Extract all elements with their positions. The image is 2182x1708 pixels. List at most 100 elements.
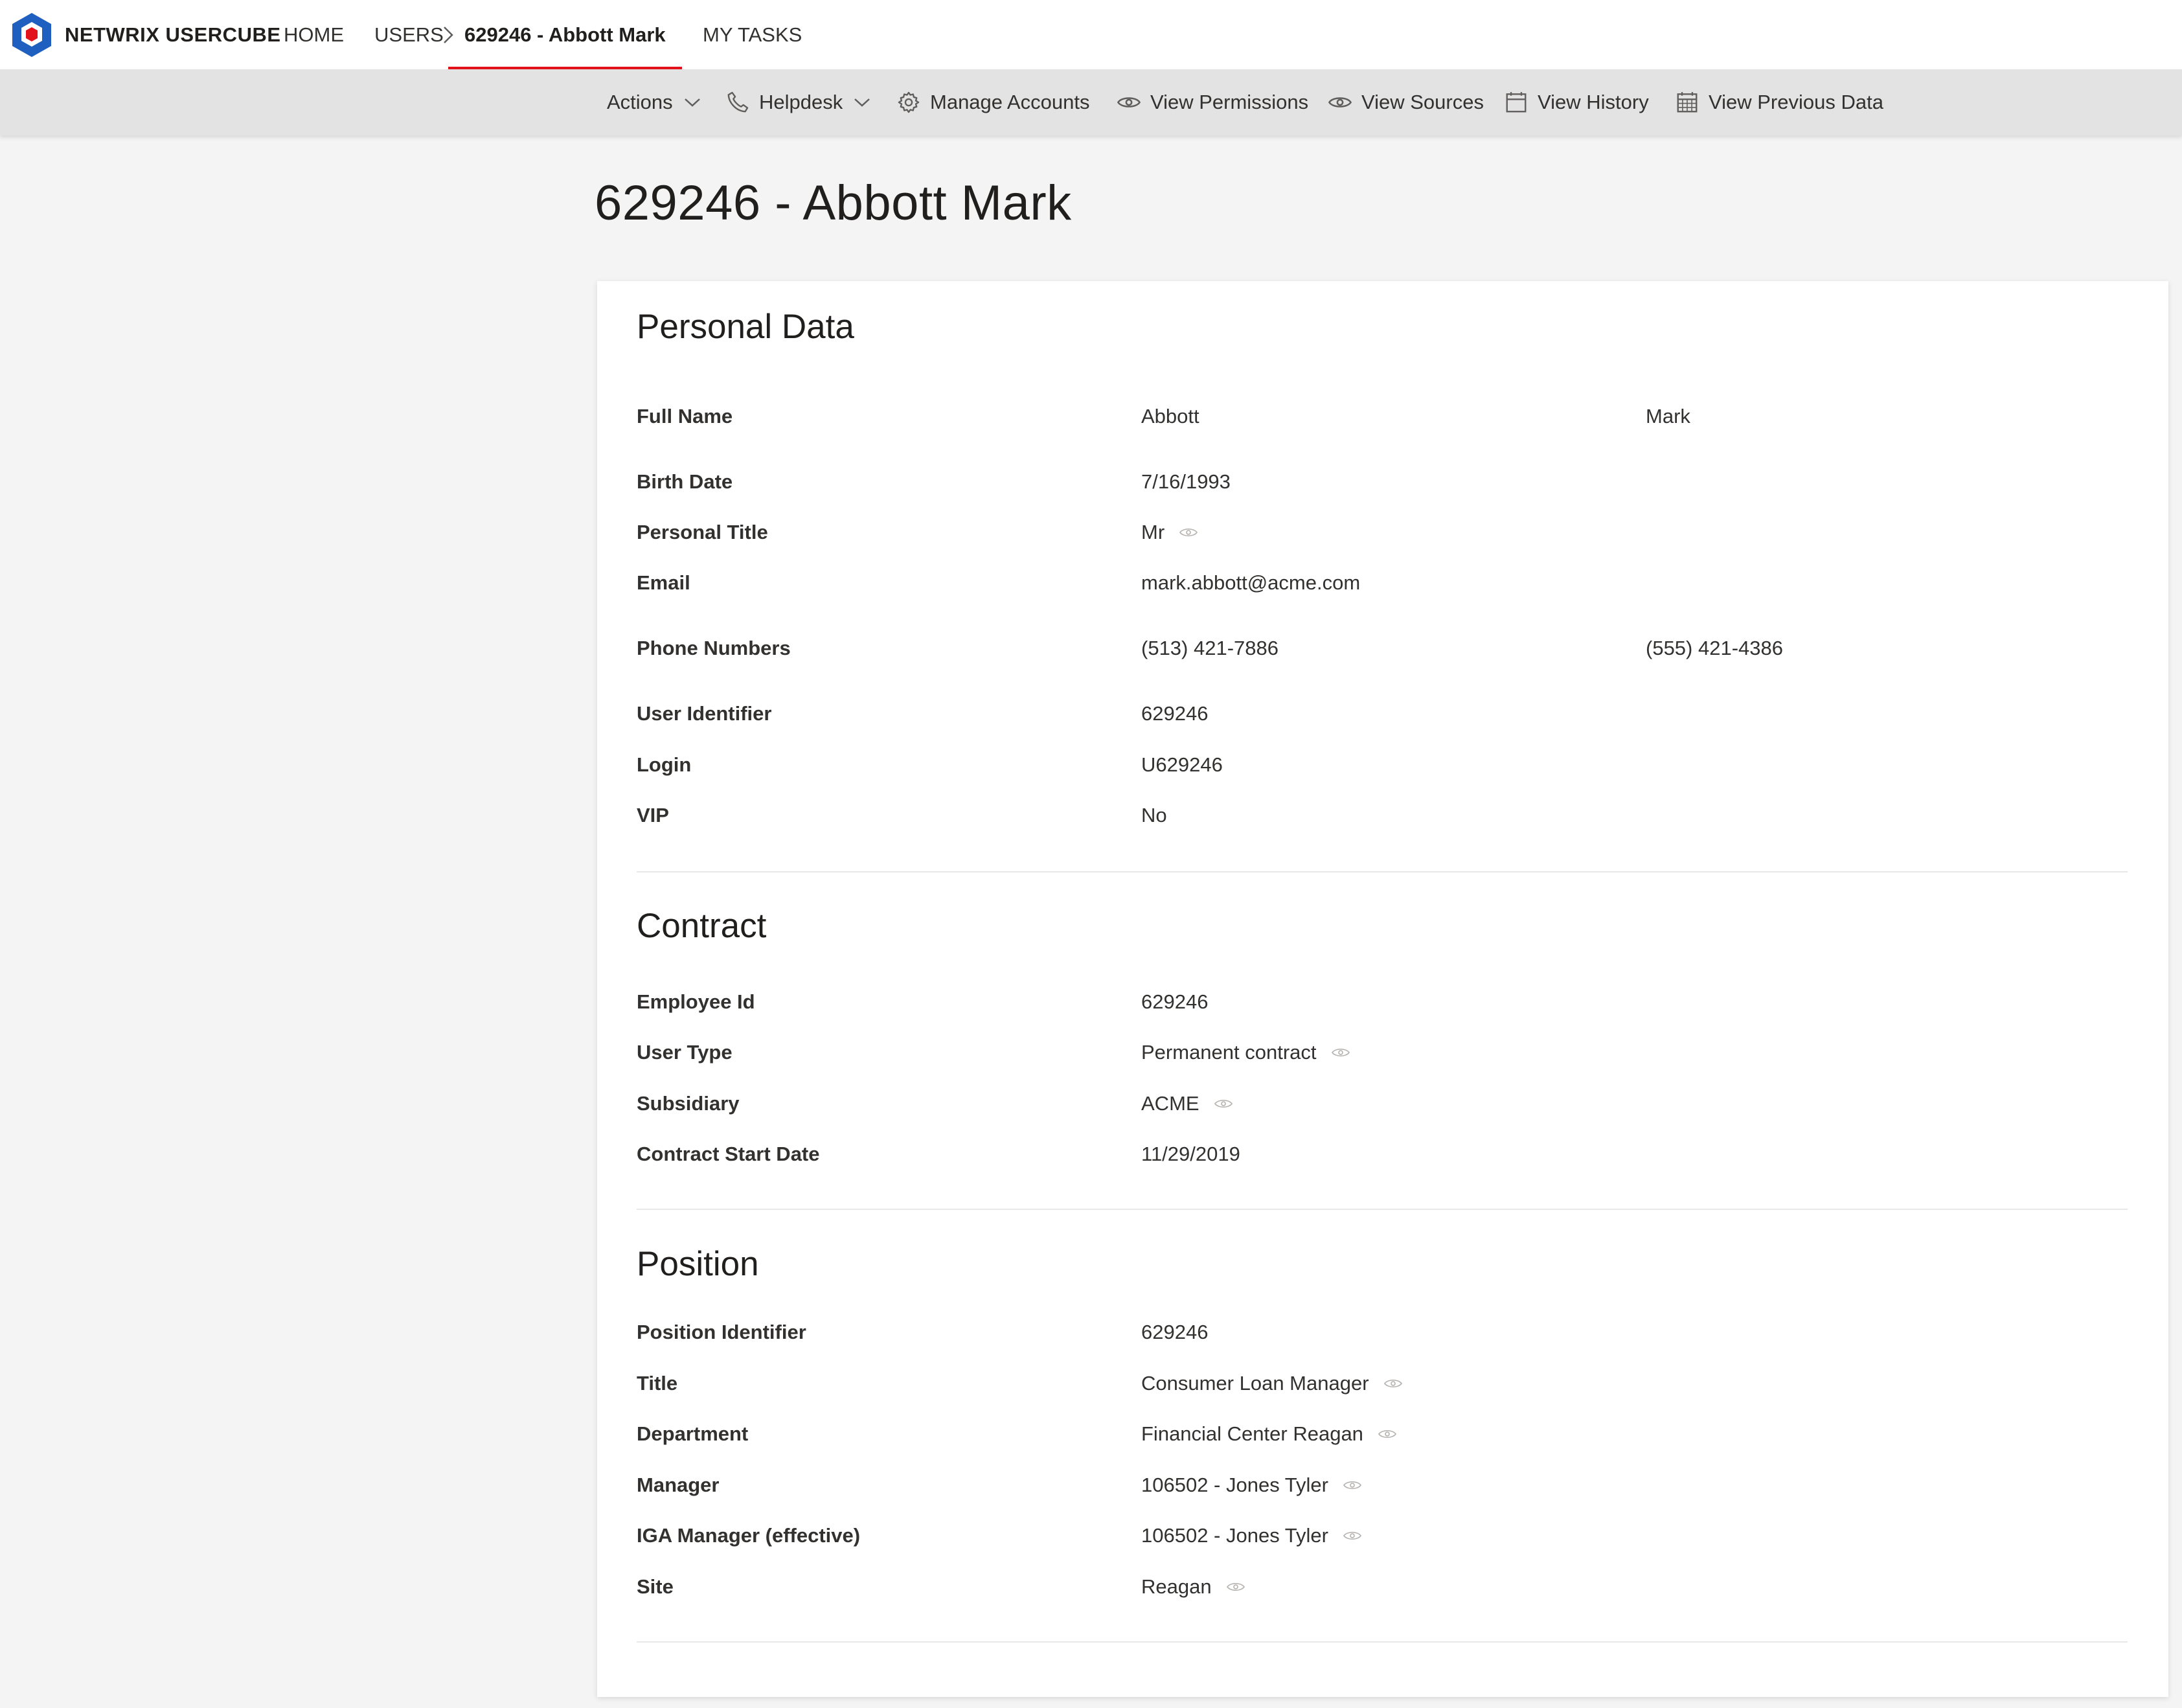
manager-cell: 106502 - Jones Tyler xyxy=(1141,1466,1362,1505)
title-row: Title Consumer Loan Manager xyxy=(597,1364,2168,1403)
manager-value: 106502 - Jones Tyler xyxy=(1141,1474,1328,1496)
field-label: Personal Title xyxy=(637,521,768,543)
field-label: Manager xyxy=(637,1474,720,1496)
field-label: User Identifier xyxy=(637,702,772,725)
command-bar: Actions Helpdesk Manage Accounts View Pe… xyxy=(0,69,2182,135)
view-permissions-button[interactable]: View Permissions xyxy=(1117,69,1308,135)
view-details-eye-icon[interactable] xyxy=(1343,1530,1362,1542)
view-details-eye-icon[interactable] xyxy=(1343,1479,1362,1491)
view-details-eye-icon[interactable] xyxy=(1378,1428,1397,1440)
view-sources-label: View Sources xyxy=(1361,91,1484,113)
user-identifier-row: User Identifier 629246 xyxy=(597,694,2168,733)
phone-icon xyxy=(727,91,749,113)
calendar-grid-icon xyxy=(1677,92,1698,113)
nav-users-link[interactable]: USERS xyxy=(374,0,444,69)
position-identifier-row: Position Identifier 629246 xyxy=(597,1313,2168,1352)
user-type-value: Permanent contract xyxy=(1141,1041,1317,1064)
login-value: U629246 xyxy=(1141,753,1223,776)
site-cell: Reagan xyxy=(1141,1567,1245,1606)
section-divider xyxy=(637,871,2128,872)
nav-my-tasks-link[interactable]: MY TASKS xyxy=(703,0,802,69)
manage-accounts-button[interactable]: Manage Accounts xyxy=(896,69,1089,135)
view-permissions-label: View Permissions xyxy=(1150,91,1309,113)
site-row: Site Reagan xyxy=(597,1567,2168,1606)
subsidiary-value: ACME xyxy=(1141,1092,1199,1115)
login-row: Login U629246 xyxy=(597,746,2168,784)
email-row: Email mark.abbott@acme.com xyxy=(597,564,2168,602)
personal-data-heading: Personal Data xyxy=(637,308,854,346)
vip-value: No xyxy=(1141,804,1167,826)
field-label: VIP xyxy=(637,804,669,826)
subsidiary-cell: ACME xyxy=(1141,1084,1233,1123)
user-identifier-value: 629246 xyxy=(1141,702,1209,725)
field-label: Birth Date xyxy=(637,470,733,493)
vip-row: VIP No xyxy=(597,796,2168,835)
employee-id-row: Employee Id 629246 xyxy=(597,983,2168,1021)
user-type-cell: Permanent contract xyxy=(1141,1033,1350,1072)
email-value: mark.abbott@acme.com xyxy=(1141,571,1361,594)
phone-number-value: (513) 421-7886 xyxy=(1141,637,1279,659)
nav-current-user-tab[interactable]: 629246 - Abbott Mark xyxy=(448,0,682,71)
last-name-value: Abbott xyxy=(1141,405,1199,427)
position-identifier-value: 629246 xyxy=(1141,1321,1209,1343)
department-row: Department Financial Center Reagan xyxy=(597,1415,2168,1453)
field-label: IGA Manager (effective) xyxy=(637,1524,861,1547)
field-label: Position Identifier xyxy=(637,1321,806,1343)
section-divider xyxy=(637,1641,2128,1643)
view-previous-data-label: View Previous Data xyxy=(1709,91,1883,113)
nav-home-link[interactable]: HOME xyxy=(284,0,344,69)
field-label: Site xyxy=(637,1575,674,1598)
actions-menu-button[interactable]: Actions xyxy=(607,69,701,135)
department-cell: Financial Center Reagan xyxy=(1141,1415,1397,1453)
helpdesk-label: Helpdesk xyxy=(759,91,843,113)
view-details-eye-icon[interactable] xyxy=(1383,1378,1403,1389)
iga-manager-row: IGA Manager (effective) 106502 - Jones T… xyxy=(597,1516,2168,1555)
first-name-value: Mark xyxy=(1646,405,1690,427)
field-label: Contract Start Date xyxy=(637,1143,820,1165)
field-label: Subsidiary xyxy=(637,1092,740,1115)
view-details-eye-icon[interactable] xyxy=(1179,527,1198,538)
site-value: Reagan xyxy=(1141,1575,1212,1598)
position-heading: Position xyxy=(637,1245,759,1283)
contract-start-date-row: Contract Start Date 11/29/2019 xyxy=(597,1135,2168,1174)
job-title-value: Consumer Loan Manager xyxy=(1141,1372,1369,1395)
view-details-eye-icon[interactable] xyxy=(1214,1098,1233,1110)
personal-title-value: Mr xyxy=(1141,521,1165,543)
iga-manager-value: 106502 - Jones Tyler xyxy=(1141,1524,1328,1547)
user-type-row: User Type Permanent contract xyxy=(597,1033,2168,1072)
full-name-row: Full Name Abbott Mark xyxy=(597,397,2168,436)
field-label: Title xyxy=(637,1372,678,1395)
department-value: Financial Center Reagan xyxy=(1141,1422,1363,1445)
view-previous-data-button[interactable]: View Previous Data xyxy=(1675,69,1883,135)
page-title: 629246 - Abbott Mark xyxy=(595,176,1072,231)
field-label: Email xyxy=(637,571,690,594)
field-label: Department xyxy=(637,1422,749,1445)
phone-numbers-row: Phone Numbers (513) 421-7886 (555) 421-4… xyxy=(597,629,2168,668)
view-sources-button[interactable]: View Sources xyxy=(1328,69,1484,135)
usercube-logo-icon[interactable] xyxy=(10,12,53,58)
personal-title-cell: Mr xyxy=(1141,513,1198,552)
contract-start-date-value: 11/29/2019 xyxy=(1141,1143,1240,1165)
helpdesk-menu-button[interactable]: Helpdesk xyxy=(725,69,871,135)
manager-row: Manager 106502 - Jones Tyler xyxy=(597,1466,2168,1505)
view-details-eye-icon[interactable] xyxy=(1331,1047,1350,1058)
contract-heading: Contract xyxy=(637,907,767,945)
field-label: Phone Numbers xyxy=(637,637,791,659)
field-label: Login xyxy=(637,753,692,776)
eye-icon xyxy=(1328,97,1352,108)
eye-icon xyxy=(1117,97,1141,108)
user-details-card: Personal Data Full Name Abbott Mark Birt… xyxy=(597,281,2168,1697)
field-label: Employee Id xyxy=(637,990,755,1013)
view-details-eye-icon[interactable] xyxy=(1226,1581,1245,1593)
top-navigation-bar: NETWRIX USERCUBE HOME USERS 629246 - Abb… xyxy=(0,0,2182,71)
actions-label: Actions xyxy=(607,91,673,113)
field-label: Full Name xyxy=(637,405,733,427)
brand-name: NETWRIX USERCUBE xyxy=(65,23,281,46)
chevron-down-icon xyxy=(854,98,870,107)
iga-manager-cell: 106502 - Jones Tyler xyxy=(1141,1516,1362,1555)
view-history-button[interactable]: View History xyxy=(1504,69,1649,135)
employee-id-value: 629246 xyxy=(1141,990,1209,1013)
gear-icon xyxy=(898,91,920,113)
calendar-icon xyxy=(1506,92,1527,113)
job-title-cell: Consumer Loan Manager xyxy=(1141,1364,1403,1403)
